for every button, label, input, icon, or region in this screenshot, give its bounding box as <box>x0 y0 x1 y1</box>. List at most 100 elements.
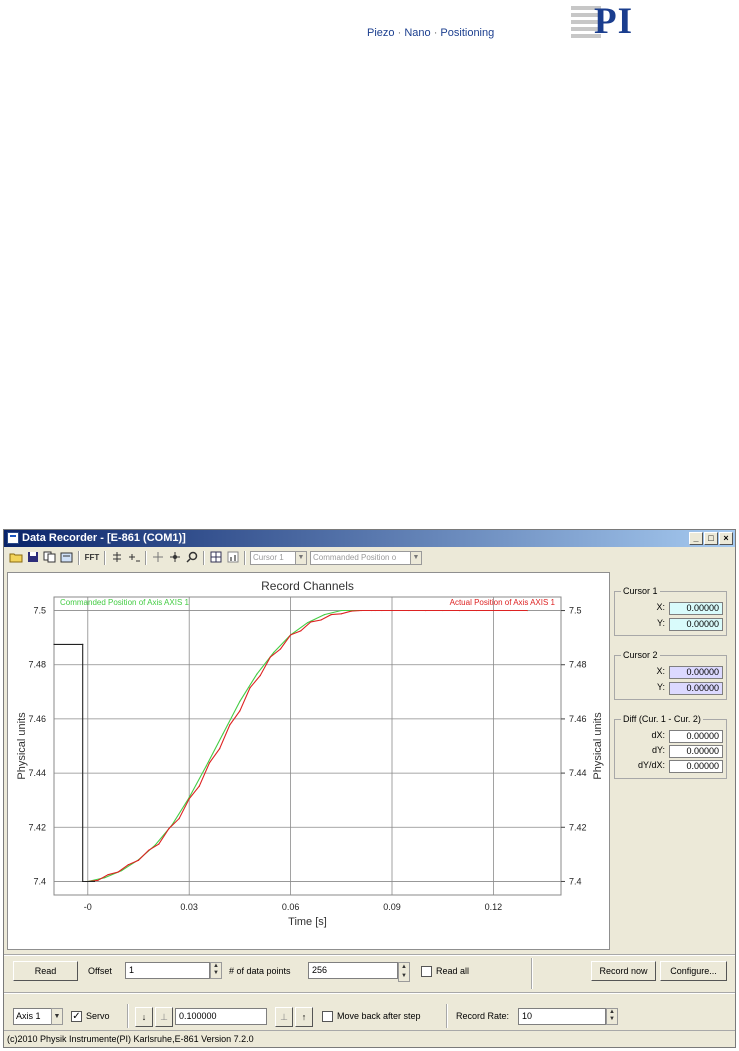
channel-select[interactable]: Commanded Position o ▼ <box>310 551 422 565</box>
series-2-point <box>148 849 150 851</box>
series-2-point <box>97 879 99 881</box>
series-3-point <box>53 643 55 646</box>
record-chart[interactable]: -0 0.03 0.06 0.09 0.12 7.4 7.4 7.42 7.42 7.44 7.44… <box>7 572 610 950</box>
zoom-icon[interactable] <box>184 551 199 565</box>
cursor2-x-field[interactable]: 0.00000 <box>669 666 723 679</box>
x-tick-label: 0.09 <box>383 902 401 912</box>
bars-icon[interactable] <box>225 551 240 565</box>
grid-icon[interactable] <box>208 551 223 565</box>
maximize-button[interactable]: □ <box>704 532 718 545</box>
cursor1-x-field[interactable]: 0.00000 <box>669 602 723 615</box>
cursor2-x-label: X: <box>656 666 665 676</box>
x-tick-label: -0 <box>84 902 92 912</box>
series-1-point <box>205 765 207 767</box>
y-axis-label-left: Physical units <box>16 712 28 780</box>
status-bar: (c)2010 Physik Instrumente(PI) Karlsruhe… <box>4 1030 735 1047</box>
series-2-point <box>526 609 528 612</box>
read-all-checkbox[interactable] <box>421 966 432 977</box>
servo-checkbox[interactable]: ✓ <box>71 1011 82 1022</box>
copy-icon[interactable] <box>42 551 57 565</box>
tagline-separator: · <box>433 27 438 39</box>
series-3-point <box>82 880 84 883</box>
y-tick-label-right: 7.4 <box>569 876 582 886</box>
cursor-select[interactable]: Cursor 1 ▼ <box>250 551 307 565</box>
read-button[interactable]: Read <box>13 961 78 981</box>
diff-dydx-label: dY/dX: <box>637 760 665 770</box>
diff-dy-label: dY: <box>651 745 665 755</box>
move-back-checkbox[interactable] <box>322 1011 333 1022</box>
minimize-button[interactable]: _ <box>689 532 703 545</box>
series-2-point <box>188 798 190 800</box>
diff-dy-field[interactable]: 0.00000 <box>669 745 723 758</box>
series-2-point <box>290 634 292 636</box>
record-rate-input[interactable]: 10 <box>518 1008 606 1025</box>
x-tick-label: 0.06 <box>282 902 300 912</box>
add-marker-icon[interactable] <box>126 551 141 565</box>
offset-spinner[interactable]: ▲ ▼ <box>210 962 222 979</box>
title-bar[interactable]: Data Recorder - [E-861 (COM1)] _ □ × <box>4 530 735 547</box>
y-tick-label-left: 7.42 <box>28 822 46 832</box>
series-2-point <box>340 613 342 615</box>
record-rate-spinner[interactable]: ▲ ▼ <box>606 1008 618 1025</box>
impulse-icon[interactable]: ⊥ <box>155 1007 173 1027</box>
properties-icon[interactable] <box>59 551 74 565</box>
series-2-point <box>229 724 231 726</box>
series-2-point <box>168 828 170 830</box>
series-2-point <box>219 748 221 750</box>
diff-dydx-field[interactable]: 0.00000 <box>669 760 723 773</box>
move-icon[interactable] <box>150 551 165 565</box>
cursor1-y-field[interactable]: 0.00000 <box>669 618 723 631</box>
data-recorder-window: Data Recorder - [E-861 (COM1)] _ □ × FFT <box>3 529 736 1048</box>
axis-select[interactable]: Axis 1 <box>13 1008 53 1025</box>
window-title: Data Recorder - [E-861 (COM1)] <box>22 532 186 544</box>
chevron-down-icon: ▼ <box>295 552 306 564</box>
diff-dx-field[interactable]: 0.00000 <box>669 730 723 743</box>
cursor-icon[interactable] <box>109 551 124 565</box>
impulse-up-icon[interactable]: ⊥ <box>275 1007 293 1027</box>
x-tick-label: 0.03 <box>180 902 198 912</box>
diff-title: Diff (Cur. 1 - Cur. 2) <box>621 714 703 724</box>
open-folder-icon[interactable] <box>8 551 23 565</box>
y-tick-label-right: 7.42 <box>569 822 587 832</box>
save-icon[interactable] <box>25 551 40 565</box>
series-2-point <box>371 609 373 612</box>
points-label: # of data points <box>229 966 291 976</box>
brand-tagline: Piezo · Nano · Positioning <box>367 27 494 39</box>
diff-dx-label: dX: <box>651 730 665 740</box>
app-icon <box>7 532 19 544</box>
configure-button[interactable]: Configure... <box>660 961 727 981</box>
cursor-select-value: Cursor 1 <box>253 553 284 562</box>
offset-input[interactable]: 1 <box>125 962 210 979</box>
fft-icon[interactable]: FFT <box>83 551 101 565</box>
series-2-point <box>425 609 427 612</box>
chevron-down-icon[interactable]: ▼ <box>51 1008 63 1025</box>
record-now-button[interactable]: Record now <box>591 961 656 981</box>
series-1-point <box>340 609 342 612</box>
cursor2-y-label: Y: <box>656 682 665 692</box>
series-1-point <box>256 673 258 675</box>
step-size-input[interactable]: 0.100000 <box>175 1008 267 1025</box>
pan-icon[interactable] <box>167 551 182 565</box>
series-2-point <box>198 785 200 787</box>
series-1-point <box>222 733 224 735</box>
points-spinner[interactable]: ▲ ▼ <box>398 962 410 982</box>
tagline-separator: · <box>397 27 402 39</box>
cursor1-x-label: X: <box>656 602 665 612</box>
cursor1-title: Cursor 1 <box>621 586 660 596</box>
read-all-label: Read all <box>436 966 470 976</box>
step-down-icon[interactable]: ↓ <box>135 1007 153 1027</box>
record-rate-label: Record Rate: <box>456 1011 510 1021</box>
step-up-icon[interactable]: ↑ <box>295 1007 313 1027</box>
series-1-point <box>239 700 241 702</box>
y-tick-label-left: 7.4 <box>33 876 46 886</box>
close-button[interactable]: × <box>719 532 733 545</box>
series-2-point <box>391 609 393 612</box>
series-1-point <box>306 622 309 624</box>
points-input[interactable]: 256 <box>308 962 398 979</box>
cursor2-y-field[interactable]: 0.00000 <box>669 682 723 695</box>
legend-commanded-position: Commanded Position of Axis AXIS 1 <box>60 598 190 607</box>
cursor2-title: Cursor 2 <box>621 650 660 660</box>
legend-actual-position: Actual Position of Axis AXIS 1 <box>450 598 556 607</box>
series-2-point <box>239 710 241 712</box>
x-tick-label: 0.12 <box>485 902 503 912</box>
